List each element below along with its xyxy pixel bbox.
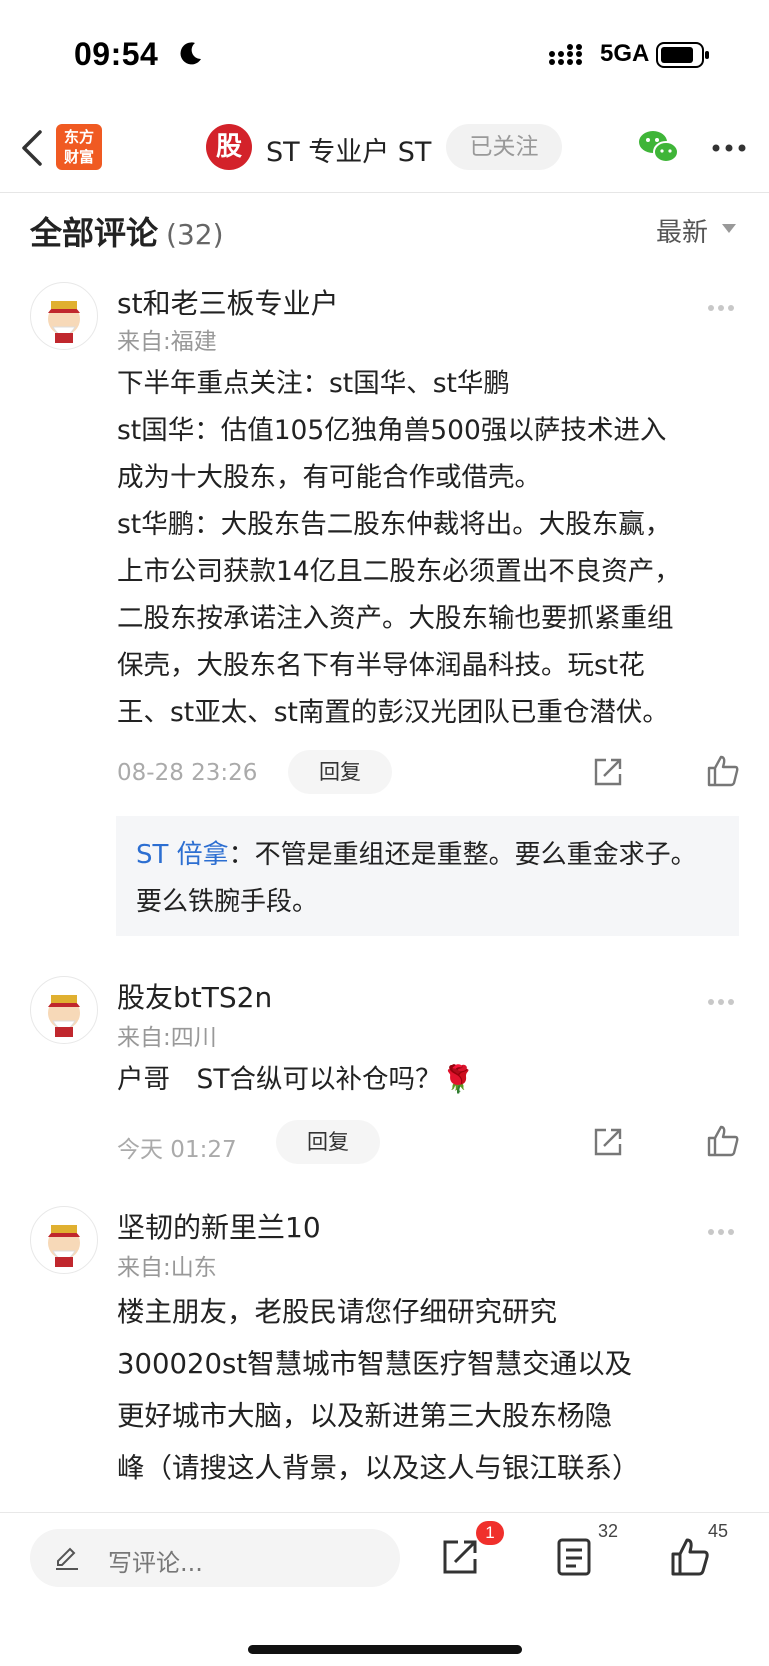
content-line: 上市公司获款14亿且二股东必须置出不良资产， <box>117 556 681 587</box>
share-icon[interactable] <box>592 756 624 788</box>
pen-icon <box>56 1547 78 1570</box>
like-count: 45 <box>708 1521 729 1541</box>
moon-icon <box>180 42 201 65</box>
sort-dropdown[interactable]: 最新 <box>656 212 708 249</box>
share-icon[interactable] <box>440 1537 480 1577</box>
network-type: 5GA <box>600 40 650 67</box>
comment-content: 下半年重点关注：st国华、st华鹏 st国华：估值105亿独角兽500强以萨技术… <box>117 360 737 736</box>
location: 来自:山东 <box>117 1255 217 1281</box>
more-icon[interactable] <box>712 144 746 152</box>
content-line: 户哥 ST合纵可以补仓吗？🌹 <box>117 1064 475 1095</box>
sub-reply-separator: ： <box>228 840 255 870</box>
content-line: 峰（请搜这人背景，以及这人与银江联系） <box>117 1452 640 1484</box>
comment-input-placeholder: 写评论... <box>108 1549 203 1577</box>
app-logo: 东方 财富 <box>56 124 102 170</box>
sub-reply[interactable]: ST 倍拿：不管是重组还是重整。要么重金求子。要么铁腕手段。 <box>116 816 739 936</box>
reply-button[interactable]: 回复 <box>276 1120 380 1164</box>
comments-count: (32) <box>166 218 224 251</box>
more-options-icon[interactable] <box>708 1220 738 1235</box>
comment-content: 户哥 ST合纵可以补仓吗？🌹 <box>117 1056 737 1103</box>
username[interactable]: st和老三板专业户 <box>117 282 339 322</box>
content-line: 楼主朋友，老股民请您仔细研究研究 <box>117 1296 557 1328</box>
more-options-icon[interactable] <box>708 990 738 1005</box>
avatar-icon <box>48 1225 80 1267</box>
nav-bar: 东方 财富 股 ST 专业户 ST 已关注 <box>0 110 769 193</box>
avatar-icon <box>48 301 80 343</box>
like-icon[interactable] <box>706 754 740 788</box>
comment-time: 今天 01:27 <box>117 1137 237 1163</box>
comment-count: 32 <box>598 1521 619 1541</box>
content-line: 更好城市大脑，以及新进第三大股东杨隐 <box>117 1400 612 1432</box>
comment-content: 楼主朋友，老股民请您仔细研究研究 300020st智慧城市智慧医疗智慧交通以及 … <box>117 1286 737 1494</box>
comment-time: 08-28 23:26 <box>117 760 258 786</box>
signal-icon <box>549 44 582 65</box>
follow-button[interactable]: 已关注 <box>446 124 562 170</box>
content-line: 保壳，大股东名下有半导体润晶科技。玩st花 <box>117 650 645 681</box>
share-icon[interactable] <box>592 1126 624 1158</box>
sort-arrow-icon[interactable] <box>722 224 736 233</box>
back-arrow-icon[interactable] <box>18 128 46 168</box>
app-logo-line2: 财富 <box>63 148 94 166</box>
stock-logo: 股 <box>206 124 252 170</box>
avatar[interactable] <box>30 282 98 350</box>
like-icon[interactable] <box>670 1537 710 1577</box>
status-time: 09:54 <box>74 36 159 72</box>
app-logo-line1: 东方 <box>63 128 94 146</box>
comment-input[interactable]: 写评论... <box>30 1529 400 1587</box>
comments-title: 全部评论 <box>30 214 159 252</box>
avatar[interactable] <box>30 1206 98 1274</box>
username[interactable]: 坚韧的新里兰10 <box>117 1206 321 1246</box>
content-line: 二股东按承诺注入资产。大股东输也要抓紧重组 <box>117 603 674 634</box>
status-bar: 09:54 5GA <box>0 0 769 110</box>
content-line: 王、st亚太、st南置的彭汉光团队已重仓潜伏。 <box>117 697 669 728</box>
content-line: st华鹏：大股东告二股东仲裁将出。大股东赢， <box>117 509 672 540</box>
battery-icon <box>656 42 709 68</box>
username[interactable]: 股友btTS2n <box>117 976 272 1016</box>
content-line: 成为十大股东，有可能合作或借壳。 <box>117 462 541 493</box>
reply-button[interactable]: 回复 <box>288 750 392 794</box>
share-badge: 1 <box>476 1521 504 1545</box>
page-title[interactable]: ST 专业户 ST <box>266 130 431 169</box>
avatar-icon <box>48 995 80 1037</box>
home-indicator[interactable] <box>248 1645 522 1654</box>
comment-list-icon[interactable] <box>556 1537 592 1577</box>
comments-header: 全部评论 (32) <box>30 208 224 254</box>
content-line: st国华：估值105亿独角兽500强以萨技术进入 <box>117 415 667 446</box>
wechat-icon[interactable] <box>638 128 680 166</box>
location: 来自:福建 <box>117 329 217 355</box>
more-options-icon[interactable] <box>708 296 738 311</box>
location: 来自:四川 <box>117 1025 217 1051</box>
content-line: 下半年重点关注：st国华、st华鹏 <box>117 368 510 399</box>
like-icon[interactable] <box>706 1124 740 1158</box>
bottom-toolbar: 写评论... 1 32 45 <box>0 1512 769 1666</box>
content-line: 300020st智慧城市智慧医疗智慧交通以及 <box>117 1348 633 1380</box>
sub-reply-author[interactable]: ST 倍拿 <box>136 840 229 870</box>
avatar[interactable] <box>30 976 98 1044</box>
